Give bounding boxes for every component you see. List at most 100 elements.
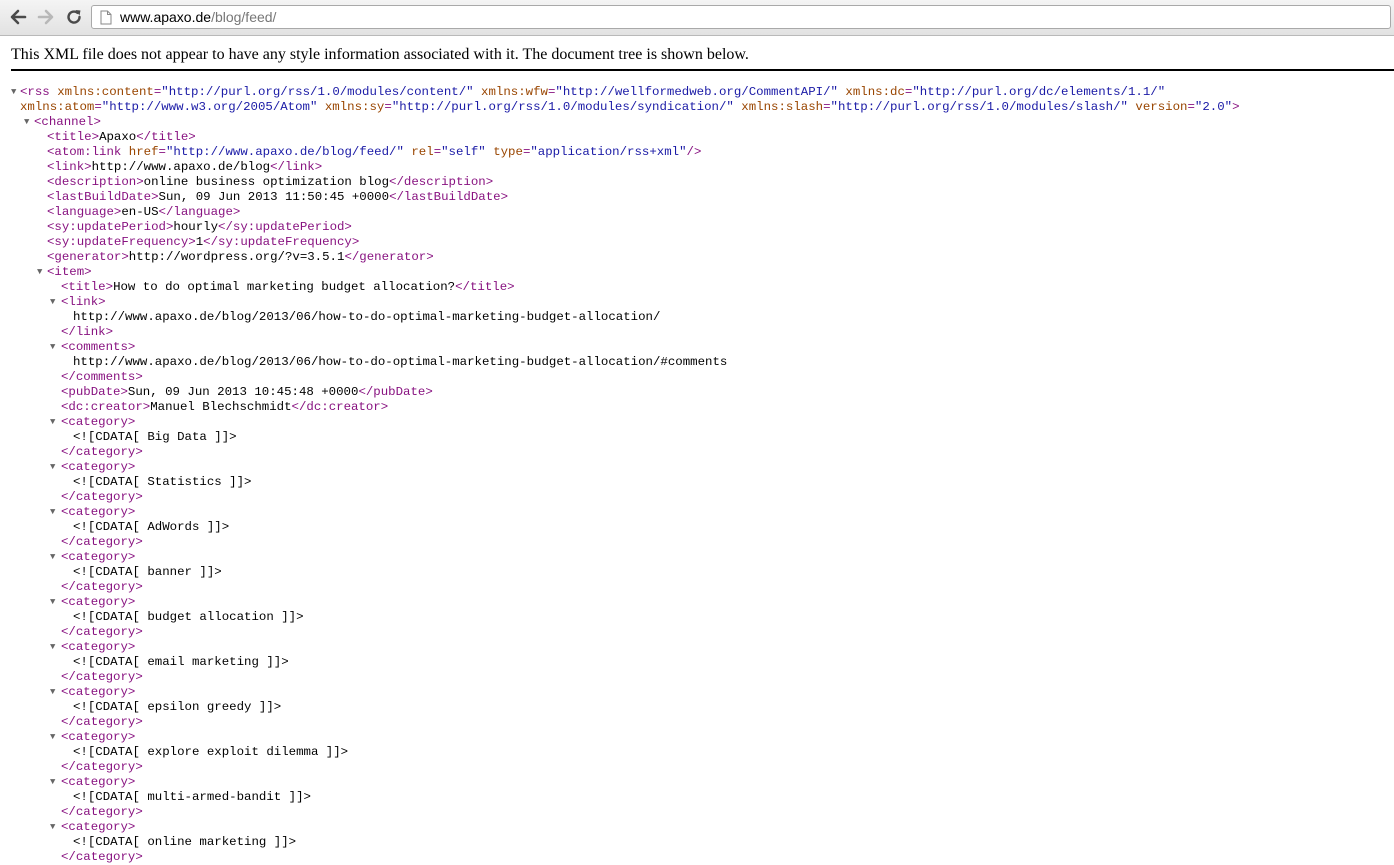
category-text: <![CDATA[ email marketing ]]> [73,655,289,670]
xml-element: <language>en-US</language> [47,205,240,220]
xml-token: </category> [61,490,143,504]
url-path: /blog/feed/ [211,9,277,25]
xml-token: <category> [61,415,136,429]
collapse-toggle-icon[interactable]: ▼ [50,685,55,700]
category-open: <category> [61,595,135,610]
collapse-toggle-icon[interactable]: ▼ [50,295,55,310]
xml-token: <category> [61,505,136,519]
xml-token: = [823,100,831,114]
category-cdata: <![CDATA[ email marketing ]]> [73,655,289,669]
xml-token: </category> [61,580,143,594]
category-open: <category> [61,415,135,430]
item-title: How to do optimal marketing budget alloc… [113,280,456,294]
category-open: <category> [61,730,135,745]
xml-token: <title> [61,280,114,294]
xml-close-tag: </title> [136,130,196,144]
category-text: <![CDATA[ multi-armed-bandit ]]> [73,790,311,805]
xml-attr-name: href [128,145,159,159]
category-open: <category> [61,775,135,790]
reload-button[interactable] [63,6,85,28]
collapse-toggle-icon[interactable]: ▼ [37,265,42,280]
forward-button[interactable] [35,6,57,28]
category-close: </category> [61,850,143,865]
category-cdata: <![CDATA[ Statistics ]]> [73,475,252,489]
category-cdata: <![CDATA[ online marketing ]]> [73,835,297,849]
xml-token: </category> [61,805,143,819]
atom-link-line: <atom:link href="http://www.apaxo.de/blo… [47,145,701,160]
xml-open-tag: <description> [47,175,144,189]
xml-open-tag: <item> [47,265,92,279]
xml-attr-name: xmlns:dc [845,85,905,99]
xml-token: = [158,145,166,159]
xml-token: </dc:creator> [291,400,389,414]
category-open: <category> [61,640,135,655]
xml-element: <generator>http://wordpress.org/?v=3.5.1… [47,250,434,265]
xml-element: <sy:updatePeriod>hourly</sy:updatePeriod… [47,220,352,235]
category-close: </category> [61,535,143,550]
xml-token: </title> [455,280,515,294]
collapse-toggle-icon[interactable]: ▼ [50,340,55,355]
channel-open-line: <channel> [34,115,101,130]
category-close: </category> [61,625,143,640]
category-open: <category> [61,820,135,835]
xml-token [317,100,324,114]
category-text: <![CDATA[ explore exploit dilemma ]]> [73,745,348,760]
category-close: </category> [61,715,143,730]
xml-close-tag: </link> [270,160,323,174]
category-cdata: <![CDATA[ budget allocation ]]> [73,610,304,624]
xml-token: /> [686,145,702,159]
xml-attr-name: xmlns:atom [20,100,95,114]
item-creator-line: <dc:creator>Manuel Blechschmidt</dc:crea… [61,400,388,415]
address-bar[interactable]: www.apaxo.de/blog/feed/ [91,5,1391,29]
xml-text: http://www.apaxo.de/blog [91,160,271,174]
category-text: <![CDATA[ budget allocation ]]> [73,610,304,625]
item-link: http://www.apaxo.de/blog/2013/06/how-to-… [73,310,661,324]
collapse-toggle-icon[interactable]: ▼ [50,730,55,745]
xml-attr-value: "2.0" [1194,100,1233,114]
collapse-toggle-icon[interactable]: ▼ [50,820,55,835]
category-cdata: <![CDATA[ multi-armed-bandit ]]> [73,790,311,804]
xml-close-tag: </description> [389,175,494,189]
xml-token: <category> [61,640,136,654]
xml-text: http://wordpress.org/?v=3.5.1 [128,250,345,264]
xml-open-tag: <link> [47,160,92,174]
collapse-toggle-icon[interactable]: ▼ [50,460,55,475]
collapse-toggle-icon[interactable]: ▼ [11,85,16,100]
category-cdata: <![CDATA[ epsilon greedy ]]> [73,700,282,714]
url-host: www.apaxo.de [120,9,212,25]
collapse-toggle-icon[interactable]: ▼ [50,775,55,790]
xml-token: = [1187,100,1195,114]
rss-attrs-line: xmlns:atom="http://www.w3.org/2005/Atom"… [20,100,1240,115]
back-button[interactable] [7,6,29,28]
xml-open-tag: <sy:updatePeriod> [47,220,174,234]
category-open: <category> [61,460,135,475]
xml-text: en-US [121,205,159,219]
category-cdata: <![CDATA[ AdWords ]]> [73,520,230,534]
item-link-text: http://www.apaxo.de/blog/2013/06/how-to-… [73,310,660,325]
xml-token: <pubDate> [61,385,128,399]
xml-token: </comments> [61,370,143,384]
reload-icon [67,10,81,24]
category-close: </category> [61,805,143,820]
xml-token: </category> [61,715,143,729]
collapse-toggle-icon[interactable]: ▼ [24,115,29,130]
xml-text: Apaxo [99,130,137,144]
category-text: <![CDATA[ online marketing ]]> [73,835,296,850]
xml-open-tag: <generator> [47,250,129,264]
category-text: <![CDATA[ banner ]]> [73,565,222,580]
collapse-toggle-icon[interactable]: ▼ [50,415,55,430]
xml-open-tag: <atom:link [47,145,122,159]
xml-token: </category> [61,445,143,459]
xml-attr-value: "self" [441,145,486,159]
collapse-toggle-icon[interactable]: ▼ [50,640,55,655]
collapse-toggle-icon[interactable]: ▼ [50,595,55,610]
xml-token: </link> [61,325,114,339]
xml-token: <category> [61,550,136,564]
collapse-toggle-icon[interactable]: ▼ [50,505,55,520]
xml-text: hourly [173,220,219,234]
xml-token: <category> [61,595,136,609]
item-comments-close: </comments> [61,370,143,385]
xml-close-tag: </language> [158,205,241,219]
xml-attr-value: "http://wellformedweb.org/CommentAPI/" [555,85,838,99]
collapse-toggle-icon[interactable]: ▼ [50,550,55,565]
